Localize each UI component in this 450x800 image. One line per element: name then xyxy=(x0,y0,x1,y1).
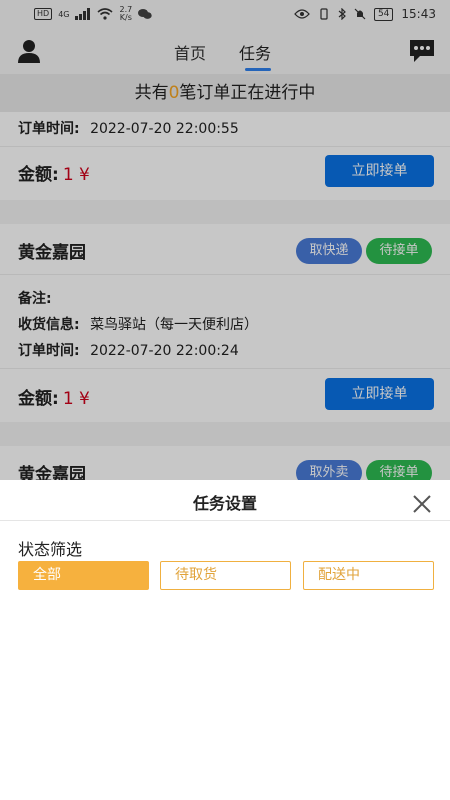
status-filter-label: 状态筛选 xyxy=(18,540,83,559)
modal-backdrop[interactable] xyxy=(0,0,450,480)
divider xyxy=(0,520,450,521)
filter-option-pending-pickup[interactable]: 待取货 xyxy=(160,561,291,590)
filter-option-delivering[interactable]: 配送中 xyxy=(303,561,434,590)
filter-option-all[interactable]: 全部 xyxy=(18,561,149,590)
task-page: HD 4G 2.7 K/s 54 15:43 首页 任务 共有0笔订单正在进行中… xyxy=(0,0,450,800)
sheet-title: 任务设置 xyxy=(192,494,257,513)
task-settings-sheet: 任务设置 状态筛选 全部 待取货 配送中 xyxy=(0,480,450,800)
close-icon[interactable] xyxy=(412,494,432,514)
